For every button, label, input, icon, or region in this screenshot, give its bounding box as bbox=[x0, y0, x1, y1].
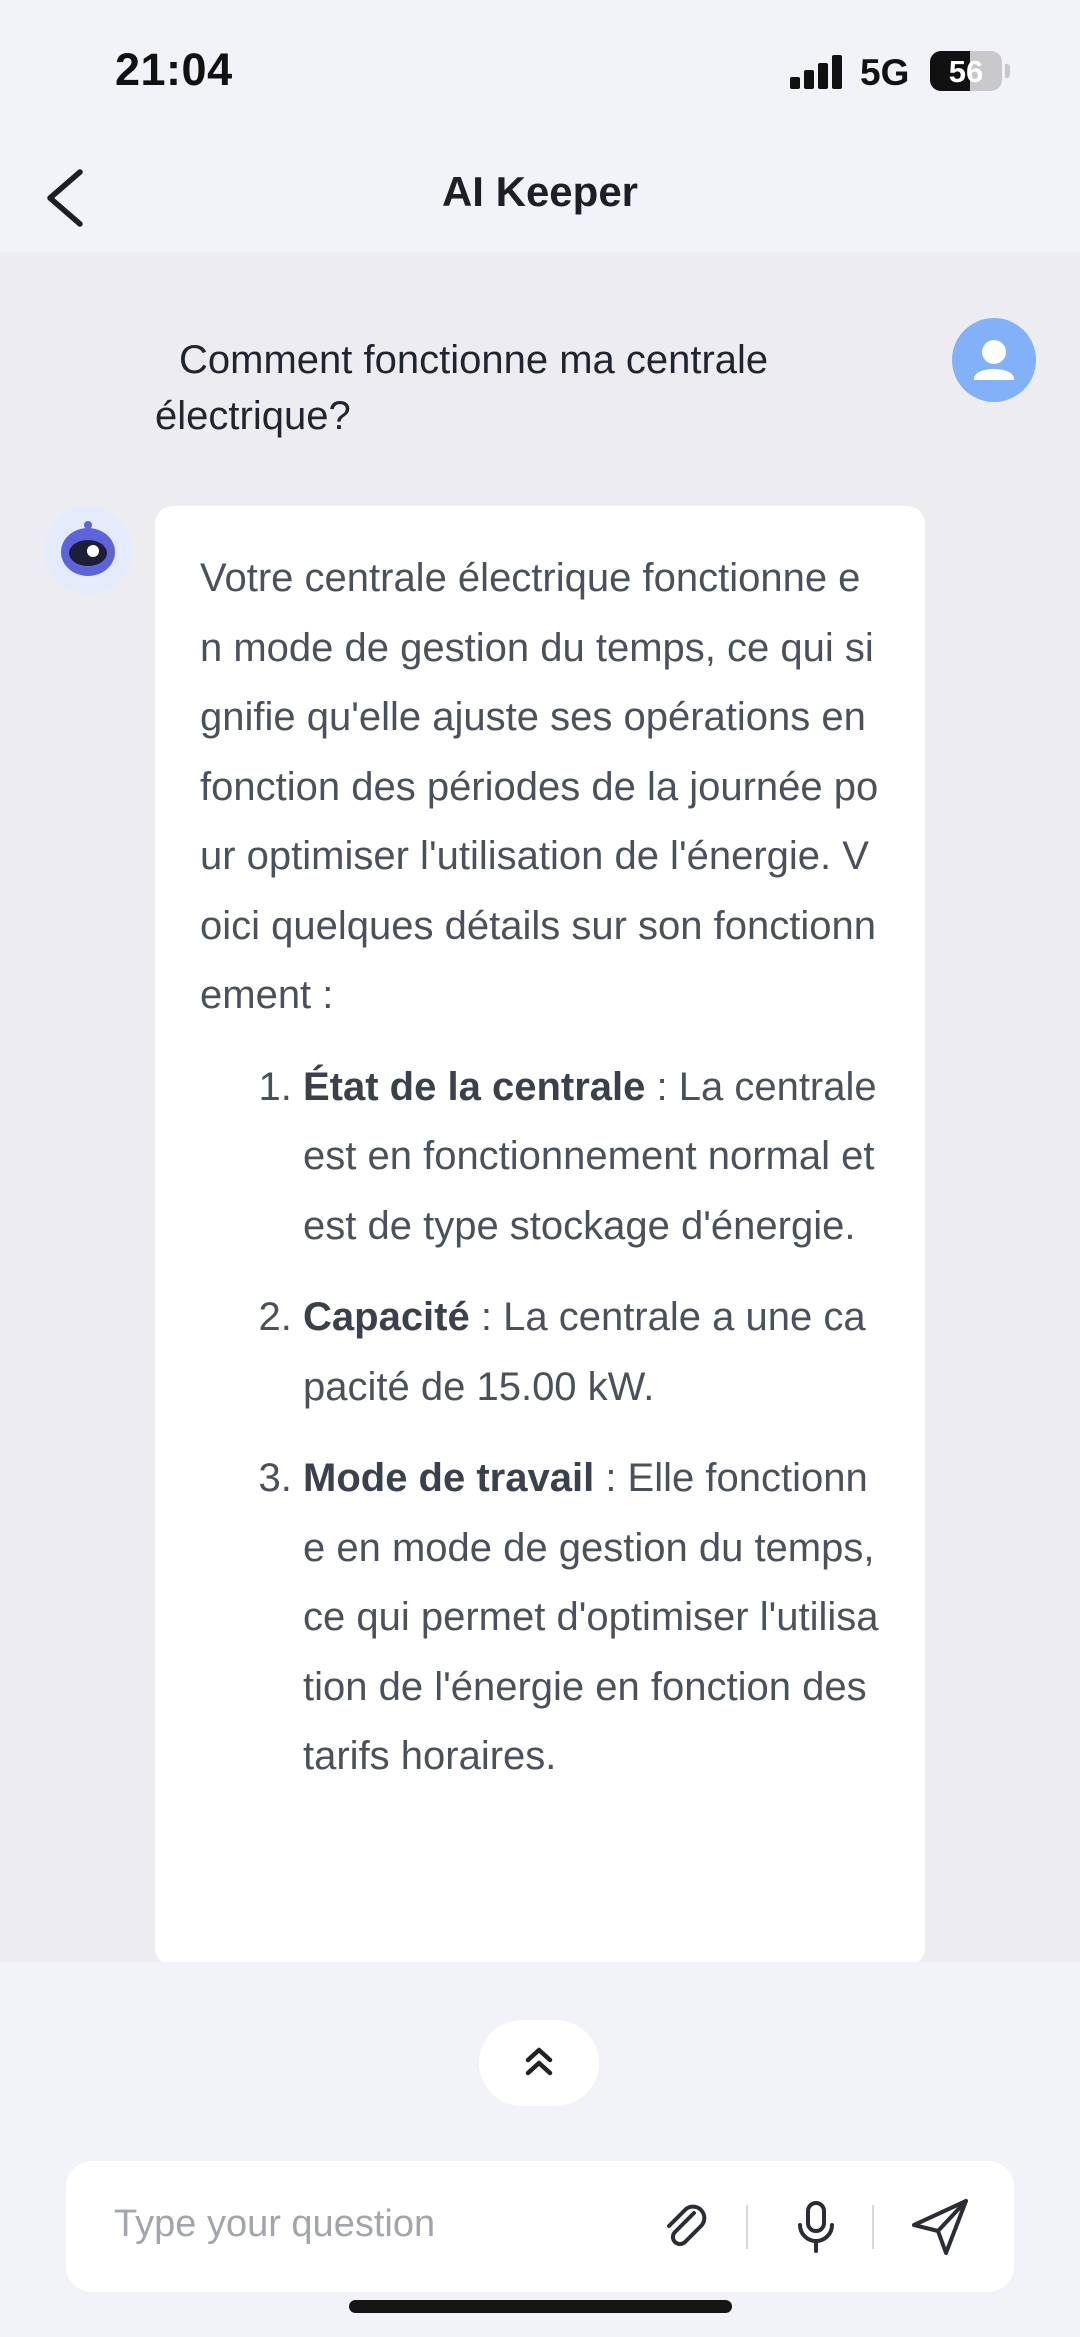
divider bbox=[872, 2205, 874, 2249]
voice-button[interactable] bbox=[788, 2197, 844, 2262]
send-icon bbox=[912, 2199, 968, 2255]
person-icon bbox=[974, 340, 1014, 380]
scroll-to-top-button[interactable] bbox=[479, 2020, 599, 2106]
question-input[interactable]: Type your question bbox=[114, 2203, 435, 2246]
list-item: Capacité : La centrale a une capacité de… bbox=[303, 1283, 880, 1422]
list-item: État de la centrale : La centrale est en… bbox=[303, 1053, 880, 1262]
home-indicator bbox=[349, 2300, 732, 2313]
list-item-title: Mode de travail bbox=[303, 1456, 595, 1500]
app-header: AI Keeper bbox=[0, 140, 1080, 252]
divider bbox=[746, 2205, 748, 2249]
microphone-icon bbox=[798, 2201, 834, 2253]
bot-message: Votre centrale électrique fonctionne en … bbox=[155, 506, 925, 1962]
send-button[interactable] bbox=[908, 2195, 972, 2264]
cellular-signal-icon bbox=[790, 55, 844, 89]
page-title: AI Keeper bbox=[441, 168, 639, 215]
bot-intro-text: Votre centrale électrique fonctionne en … bbox=[200, 556, 879, 1017]
status-time: 21:04 bbox=[115, 44, 233, 95]
status-bar: 21:04 5G 56 bbox=[0, 0, 1080, 140]
bot-list: État de la centrale : La centrale est en… bbox=[200, 1053, 880, 1792]
battery-level: 56 bbox=[948, 54, 984, 89]
attach-button[interactable] bbox=[658, 2199, 714, 2260]
user-avatar bbox=[952, 318, 1036, 402]
list-item-title: État de la centrale bbox=[303, 1064, 646, 1109]
list-item: Mode de travail : Elle fonctionne en mod… bbox=[303, 1444, 880, 1792]
paperclip-icon bbox=[667, 2204, 707, 2247]
battery-tip bbox=[1005, 64, 1010, 78]
user-message: Comment fonctionne ma centrale électriqu… bbox=[155, 338, 769, 438]
message-input-bar: Type your question bbox=[66, 2161, 1014, 2292]
chat-area[interactable]: Comment fonctionne ma centrale électriqu… bbox=[0, 252, 1080, 1962]
list-item-text: : Elle fonctionne en mode de gestion du … bbox=[303, 1456, 879, 1778]
battery-icon: 56 bbox=[930, 51, 1002, 91]
double-chevron-up-icon bbox=[525, 2047, 553, 2076]
bot-avatar bbox=[44, 506, 132, 594]
robot-icon bbox=[61, 521, 115, 576]
list-item-title: Capacité bbox=[303, 1295, 470, 1339]
network-type: 5G bbox=[860, 52, 910, 93]
